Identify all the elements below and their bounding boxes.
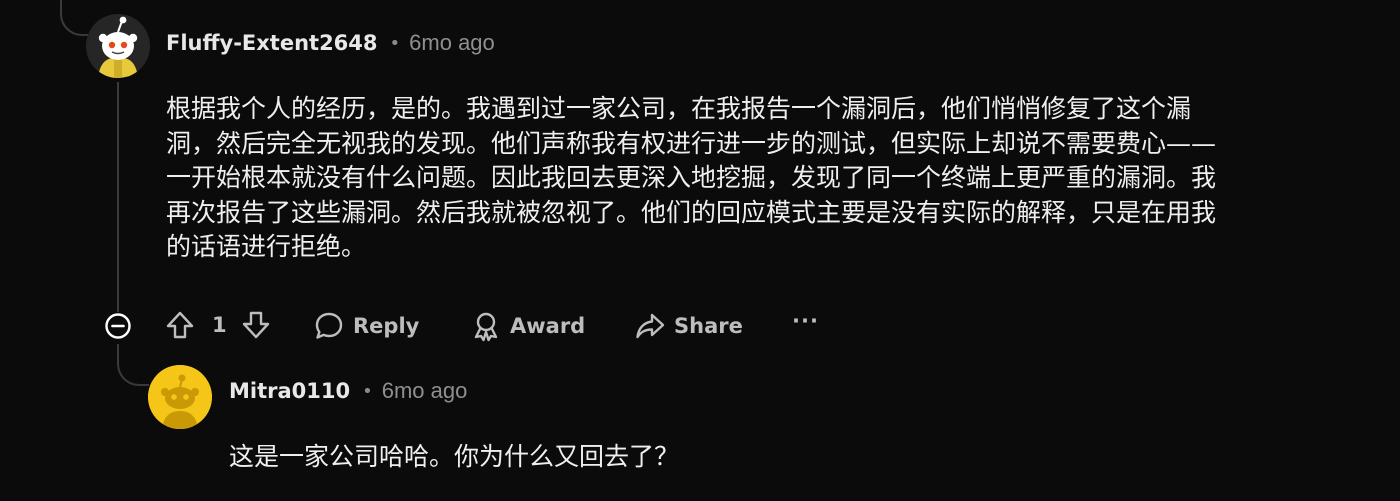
reply-author[interactable]: Mitra0110: [229, 379, 350, 403]
snoo-avatar-icon: [86, 14, 150, 78]
comment-author[interactable]: Fluffy-Extent2648: [166, 31, 378, 55]
downvote-button[interactable]: [240, 309, 272, 341]
more-options-button[interactable]: ···: [792, 309, 819, 333]
share-label: Share: [674, 314, 743, 338]
vote-count: 1: [212, 313, 227, 337]
award-label: Award: [510, 314, 586, 338]
comment-timestamp[interactable]: 6mo ago: [409, 30, 495, 56]
collapse-thread-button[interactable]: [104, 312, 132, 340]
comment-body-line: 洞，然后完全无视我的发现。他们声称我有权进行进一步的测试，但实际上却说不需要费心…: [166, 128, 1217, 158]
snoo-silhouette-icon: [148, 365, 212, 429]
reply-body: 这是一家公司哈哈。你为什么又回去了？: [229, 442, 680, 471]
upvote-arrow-icon: [166, 311, 194, 339]
comment-body-line: 的话语进行拒绝。: [166, 232, 367, 262]
thread-line-reply-curve: [117, 344, 149, 386]
more-options-icon: ···: [792, 309, 819, 333]
collapse-minus-icon: [105, 313, 131, 339]
avatar-mitra[interactable]: [148, 365, 212, 429]
share-arrow-icon: [636, 313, 665, 339]
thread-line-main: [117, 82, 119, 312]
award-ribbon-icon: [474, 312, 498, 342]
thread-line-top-curve: [60, 0, 88, 36]
avatar-fluffy[interactable]: [86, 14, 150, 78]
share-button[interactable]: Share: [634, 310, 743, 342]
meta-separator: •: [362, 380, 373, 402]
reply-button[interactable]: Reply: [313, 310, 419, 342]
meta-separator: •: [389, 32, 401, 54]
speech-bubble-icon: [315, 312, 343, 339]
award-button[interactable]: Award: [470, 310, 585, 342]
reply-meta: Mitra0110 • 6mo ago: [229, 378, 467, 404]
comment-body-line: 根据我个人的经历，是的。我遇到过一家公司，在我报告一个漏洞后，他们悄悄修复了这个…: [166, 94, 1192, 123]
comment-body-line: 一开始根本就没有什么问题。因此我回去更深入地挖掘，发现了同一个终端上更严重的漏洞…: [166, 163, 1217, 193]
comment-body-line: 再次报告了这些漏洞。然后我就被忽视了。他们的回应模式主要是没有实际的解释，只是在…: [166, 197, 1217, 227]
reply-timestamp[interactable]: 6mo ago: [382, 378, 468, 404]
upvote-button[interactable]: [164, 309, 196, 341]
comment-meta: Fluffy-Extent2648 • 6mo ago: [166, 30, 495, 56]
downvote-arrow-icon: [242, 311, 270, 339]
reply-label: Reply: [353, 314, 420, 338]
comment-body: 根据我个人的经历，是的。我遇到过一家公司，在我报告一个漏洞后，他们悄悄修复了这个…: [166, 92, 1216, 265]
